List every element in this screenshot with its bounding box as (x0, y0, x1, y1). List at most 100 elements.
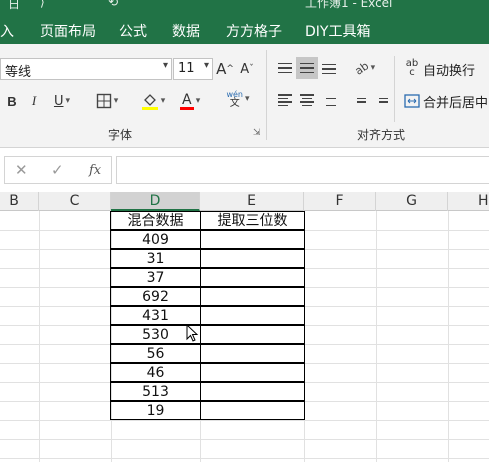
preview-icon[interactable]: ⟲ (108, 0, 118, 9)
table-cell-d[interactable]: 56 (110, 344, 201, 363)
group-separator (266, 50, 267, 140)
column-header-c[interactable]: C (39, 192, 111, 211)
chevron-down-icon: ▾ (65, 96, 71, 106)
align-center-icon (300, 94, 314, 106)
phonetic-guide-button[interactable]: wén 文 ▾ (222, 88, 254, 110)
column-header-b[interactable]: B (0, 192, 39, 211)
group-separator (394, 56, 395, 122)
gridline (0, 458, 489, 459)
increase-indent-button[interactable] (370, 89, 392, 111)
orientation-icon: ab (352, 58, 372, 78)
table-cell-d[interactable]: 37 (110, 268, 201, 287)
table-cell-e[interactable] (200, 268, 305, 287)
font-group-label: 字体 (108, 128, 133, 142)
table-cell-d[interactable]: 692 (110, 287, 201, 306)
gridline (0, 439, 489, 440)
align-bottom-icon (322, 62, 336, 74)
alignment-group-label: 对齐方式 (357, 128, 406, 142)
redo-icon[interactable]: ⟩ (40, 0, 45, 9)
enter-icon[interactable]: ✓ (51, 161, 64, 179)
window-title: 工作簿1 - Excel (305, 0, 393, 10)
save-icon[interactable]: 日 (8, 0, 20, 12)
table-cell-e[interactable] (200, 325, 305, 344)
decrease-indent-button[interactable] (348, 89, 370, 111)
table-cell-e[interactable] (200, 230, 305, 249)
bottom-align-button[interactable] (318, 57, 340, 79)
table-cell-e[interactable] (200, 306, 305, 325)
table-cell-e[interactable] (200, 344, 305, 363)
column-header-d[interactable]: D (111, 192, 200, 211)
column-headers: B C D E F G H (0, 192, 489, 211)
merge-center-button[interactable]: 合并后居中 (423, 92, 488, 111)
align-left-button[interactable] (274, 89, 296, 111)
middle-align-button[interactable] (296, 57, 318, 79)
underline-button[interactable]: U ▾ (48, 90, 76, 112)
column-header-h[interactable]: H (448, 192, 489, 211)
shrink-font-icon: A (240, 61, 250, 77)
cancel-icon[interactable]: ✕ (15, 161, 28, 179)
align-left-icon (278, 94, 292, 106)
align-right-button[interactable] (318, 89, 340, 111)
align-top-icon (278, 62, 292, 74)
gridline (0, 420, 489, 421)
formula-buttons: ✕ ✓ fx (4, 156, 112, 184)
tab-formulas[interactable]: 公式 (119, 21, 147, 41)
table-cell-e[interactable] (200, 287, 305, 306)
align-right-icon (322, 94, 336, 106)
insert-function-icon[interactable]: fx (89, 163, 101, 178)
table-cell-e[interactable] (200, 382, 305, 401)
merge-center-icon (403, 90, 421, 112)
tab-insert[interactable]: 入 (0, 21, 14, 41)
phonetic-icon: wén 文 (226, 90, 243, 109)
chevron-down-icon: ▾ (160, 96, 166, 106)
table-cell-d[interactable]: 19 (110, 401, 201, 420)
mouse-cursor-icon (186, 324, 199, 342)
font-size-value: 11 (178, 61, 195, 76)
column-header-e[interactable]: E (200, 192, 304, 211)
tab-fangfang[interactable]: 方方格子 (226, 21, 282, 41)
tab-data[interactable]: 数据 (172, 21, 200, 41)
table-cell-d[interactable]: 513 (110, 382, 201, 401)
grow-font-button[interactable]: A ^ (215, 58, 235, 80)
table-cell-d[interactable]: 31 (110, 249, 201, 268)
ribbon: 等线 ▾ 11 ▾ A ^ Aˇ B I U ▾ ▾ ▾ A ▾ wén 文 ▾ 字体… (0, 44, 489, 148)
table-cell-d[interactable]: 431 (110, 306, 201, 325)
orientation-button[interactable]: ab ▾ (350, 57, 380, 79)
formula-input[interactable] (116, 156, 489, 184)
shrink-font-button[interactable]: Aˇ (237, 58, 257, 80)
worksheet-grid[interactable]: B C D E F G H 混合数据 提取三位数 409 31 37 692 4… (0, 192, 489, 462)
font-color-icon: A (179, 93, 194, 110)
fill-color-button[interactable]: ▾ (138, 90, 168, 112)
font-name-value: 等线 (5, 65, 32, 80)
font-color-button[interactable]: A ▾ (175, 90, 205, 112)
bold-button[interactable]: B (4, 90, 20, 112)
table-cell-d[interactable]: 46 (110, 363, 201, 382)
top-align-button[interactable] (274, 57, 296, 79)
dialog-launcher-icon[interactable]: ⇲ (253, 128, 261, 138)
font-name-combo[interactable]: 等线 ▾ (0, 58, 172, 80)
chevron-down-icon: ▾ (113, 96, 119, 106)
table-cell-e[interactable] (200, 401, 305, 420)
chevron-down-icon: ▾ (195, 96, 201, 106)
align-middle-icon (300, 62, 314, 74)
borders-button[interactable]: ▾ (90, 90, 124, 112)
tab-diy-toolbox[interactable]: DIY工具箱 (305, 21, 370, 41)
table-cell-d[interactable]: 409 (110, 230, 201, 249)
table-header-mixed-data[interactable]: 混合数据 (110, 211, 201, 230)
table-cell-e[interactable] (200, 363, 305, 382)
column-header-g[interactable]: G (376, 192, 448, 211)
grow-font-icon: A (216, 60, 227, 78)
table-header-extract-three-digit[interactable]: 提取三位数 (200, 211, 305, 230)
formula-bar: ✕ ✓ fx (0, 148, 489, 192)
chevron-down-icon: ▾ (203, 60, 209, 71)
increase-indent-icon (374, 94, 388, 106)
ribbon-tab-bar: 入 页面布局 公式 数据 方方格子 DIY工具箱 (0, 14, 489, 44)
italic-button[interactable]: I (26, 90, 42, 112)
font-size-combo[interactable]: 11 ▾ (173, 58, 213, 80)
table-cell-e[interactable] (200, 249, 305, 268)
column-header-f[interactable]: F (304, 192, 376, 211)
wrap-text-button[interactable]: 自动换行 (423, 60, 475, 79)
tab-page-layout[interactable]: 页面布局 (40, 21, 96, 41)
paint-bucket-icon (141, 94, 158, 110)
align-center-button[interactable] (296, 89, 318, 111)
